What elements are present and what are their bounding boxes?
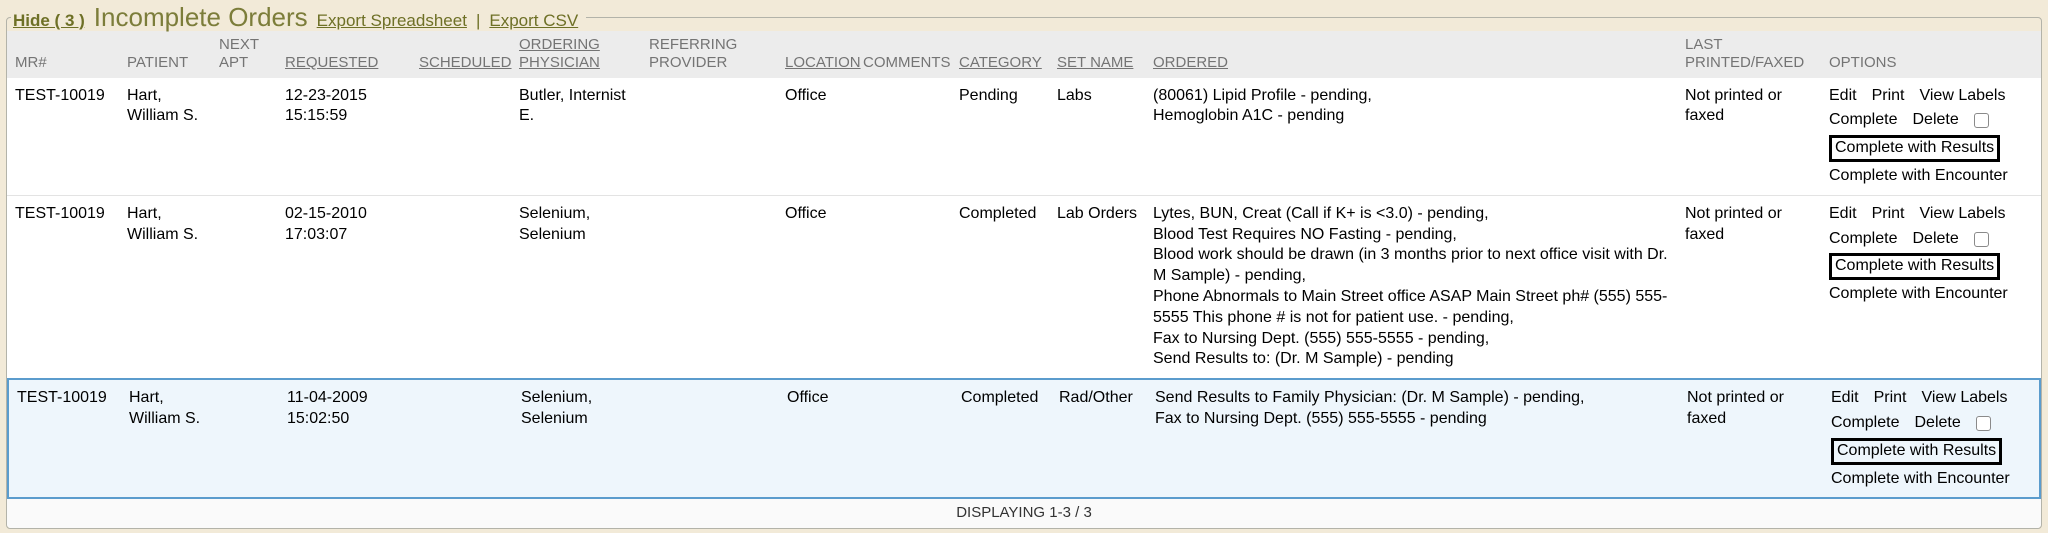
cell-next-apt xyxy=(213,380,279,497)
view-labels-link[interactable]: View Labels xyxy=(1919,86,2005,107)
cell-last-printed-faxed: Not printed or faxed xyxy=(1679,380,1823,497)
table-header-row: MR# PATIENT NEXT APT REQUESTED SCHEDULED… xyxy=(7,31,2041,77)
cell-options: Edit Print View Labels Complete Delete C… xyxy=(1821,78,2041,195)
cell-mr: TEST-10019 xyxy=(7,78,119,195)
cell-location: Office xyxy=(779,380,857,497)
links-separator: | xyxy=(476,11,480,31)
cell-requested: 12-23-2015 15:15:59 xyxy=(277,78,411,195)
incomplete-orders-panel: Hide ( 3 ) Incomplete Orders Export Spre… xyxy=(6,4,2042,529)
cell-referring-provider xyxy=(641,78,777,195)
cell-patient: Hart, William S. xyxy=(121,380,213,497)
cell-ordering-physician: Butler, Internist E. xyxy=(511,78,641,195)
column-header-patient: PATIENT xyxy=(119,31,211,77)
export-spreadsheet-link[interactable]: Export Spreadsheet xyxy=(317,11,467,31)
complete-with-results-button[interactable]: Complete with Results xyxy=(1831,438,2002,465)
order-checkbox[interactable] xyxy=(1976,416,1991,431)
view-labels-link[interactable]: View Labels xyxy=(1921,388,2007,409)
complete-link[interactable]: Complete xyxy=(1831,413,1899,434)
column-header-scheduled[interactable]: SCHEDULED xyxy=(411,31,511,77)
edit-link[interactable]: Edit xyxy=(1831,388,1859,409)
column-header-last-printed-faxed: LAST PRINTED/FAXED xyxy=(1677,31,1821,77)
complete-with-encounter-link[interactable]: Complete with Encounter xyxy=(1829,284,2008,305)
cell-ordered: (80061) Lipid Profile - pending, Hemoglo… xyxy=(1145,78,1677,195)
column-header-location[interactable]: LOCATION xyxy=(777,31,855,77)
cell-comments xyxy=(855,196,951,378)
delete-link[interactable]: Delete xyxy=(1912,229,1958,250)
bottom-actions-bar: Complete with Encounter Check All ? Comp… xyxy=(0,529,2048,533)
column-header-next-apt: NEXT APT xyxy=(211,31,277,77)
export-csv-link[interactable]: Export CSV xyxy=(489,11,578,31)
table-row[interactable]: TEST-10019 Hart, William S. 02-15-2010 1… xyxy=(7,196,2041,378)
column-header-mr: MR# xyxy=(7,31,119,77)
cell-ordered: Lytes, BUN, Creat (Call if K+ is <3.0) -… xyxy=(1145,196,1677,378)
column-header-options: OPTIONS xyxy=(1821,31,2041,77)
panel-legend: Hide ( 3 ) Incomplete Orders Export Spre… xyxy=(11,4,586,31)
edit-link[interactable]: Edit xyxy=(1829,204,1857,225)
cell-options: Edit Print View Labels Complete Delete C… xyxy=(1823,380,2039,497)
cell-mr: TEST-10019 xyxy=(7,196,119,378)
cell-ordering-physician: Selenium, Selenium xyxy=(513,380,643,497)
print-link[interactable]: Print xyxy=(1872,204,1905,225)
delete-link[interactable]: Delete xyxy=(1912,110,1958,131)
cell-scheduled xyxy=(413,380,513,497)
complete-with-results-button[interactable]: Complete with Results xyxy=(1829,253,2000,280)
cell-requested: 11-04-2009 15:02:50 xyxy=(279,380,413,497)
cell-last-printed-faxed: Not printed or faxed xyxy=(1677,78,1821,195)
print-link[interactable]: Print xyxy=(1874,388,1907,409)
cell-scheduled xyxy=(411,196,511,378)
edit-link[interactable]: Edit xyxy=(1829,86,1857,107)
orders-table: MR# PATIENT NEXT APT REQUESTED SCHEDULED… xyxy=(7,31,2041,528)
complete-with-encounter-link[interactable]: Complete with Encounter xyxy=(1829,166,2008,187)
cell-ordered: Send Results to Family Physician: (Dr. M… xyxy=(1147,380,1679,497)
cell-patient: Hart, William S. xyxy=(119,78,211,195)
cell-last-printed-faxed: Not printed or faxed xyxy=(1677,196,1821,378)
column-header-requested[interactable]: REQUESTED xyxy=(277,31,411,77)
order-checkbox[interactable] xyxy=(1974,113,1989,128)
cell-options: Edit Print View Labels Complete Delete C… xyxy=(1821,196,2041,378)
order-checkbox[interactable] xyxy=(1974,232,1989,247)
paging-status: DISPLAYING 1-3 / 3 xyxy=(7,499,2041,528)
cell-referring-provider xyxy=(643,380,779,497)
cell-scheduled xyxy=(411,78,511,195)
column-header-referring-provider: REFERRING PROVIDER xyxy=(641,31,777,77)
table-row[interactable]: TEST-10019 Hart, William S. 12-23-2015 1… xyxy=(7,78,2041,196)
complete-with-encounter-link[interactable]: Complete with Encounter xyxy=(1831,469,2010,490)
delete-link[interactable]: Delete xyxy=(1914,413,1960,434)
hide-orders-link[interactable]: Hide ( 3 ) xyxy=(13,11,85,31)
cell-set-name: Rad/Other xyxy=(1051,380,1147,497)
cell-next-apt xyxy=(211,78,277,195)
column-header-ordered[interactable]: ORDERED xyxy=(1145,31,1677,77)
column-header-category[interactable]: CATEGORY xyxy=(951,31,1049,77)
cell-category: Completed xyxy=(951,196,1049,378)
cell-next-apt xyxy=(211,196,277,378)
cell-set-name: Lab Orders xyxy=(1049,196,1145,378)
cell-category: Pending xyxy=(951,78,1049,195)
cell-category: Completed xyxy=(953,380,1051,497)
view-labels-link[interactable]: View Labels xyxy=(1919,204,2005,225)
cell-location: Office xyxy=(777,196,855,378)
complete-link[interactable]: Complete xyxy=(1829,229,1897,250)
complete-link[interactable]: Complete xyxy=(1829,110,1897,131)
cell-ordering-physician: Selenium, Selenium xyxy=(511,196,641,378)
cell-requested: 02-15-2010 17:03:07 xyxy=(277,196,411,378)
cell-patient: Hart, William S. xyxy=(119,196,211,378)
cell-referring-provider xyxy=(641,196,777,378)
cell-comments xyxy=(855,78,951,195)
print-link[interactable]: Print xyxy=(1872,86,1905,107)
cell-set-name: Labs xyxy=(1049,78,1145,195)
cell-mr: TEST-10019 xyxy=(9,380,121,497)
cell-comments xyxy=(857,380,953,497)
column-header-ordering-physician[interactable]: ORDERING PHYSICIAN xyxy=(511,31,641,77)
table-row-selected[interactable]: TEST-10019 Hart, William S. 11-04-2009 1… xyxy=(7,378,2041,499)
complete-with-results-button[interactable]: Complete with Results xyxy=(1829,135,2000,162)
column-header-set-name[interactable]: SET NAME xyxy=(1049,31,1145,77)
column-header-comments: COMMENTS xyxy=(855,31,951,77)
cell-location: Office xyxy=(777,78,855,195)
panel-title: Incomplete Orders xyxy=(94,4,308,31)
